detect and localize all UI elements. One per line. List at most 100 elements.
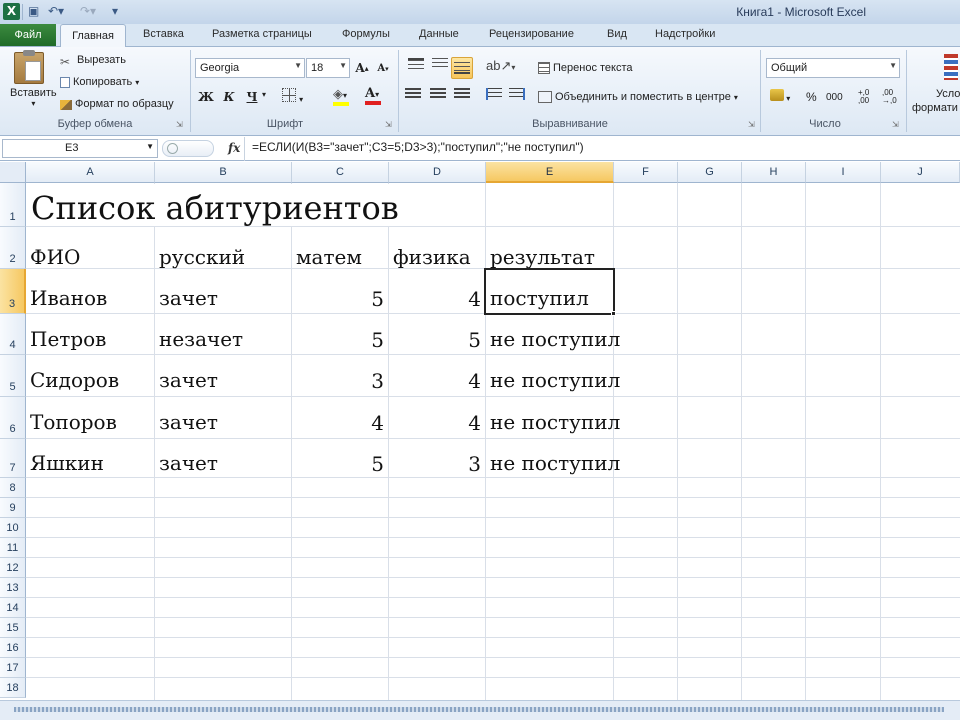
- cut-button[interactable]: ✂ Вырезать: [60, 54, 126, 69]
- chevron-down-icon[interactable]: ▾: [262, 90, 266, 99]
- decrease-decimal-button[interactable]: ,00 →,0: [882, 89, 904, 105]
- font-size-combo[interactable]: 18 ▼: [306, 58, 350, 78]
- cell-math[interactable]: 4: [292, 413, 384, 433]
- column-header-h[interactable]: H: [742, 162, 806, 183]
- underline-button[interactable]: Ч: [243, 88, 261, 106]
- paste-button[interactable]: Вставить ▾: [10, 50, 57, 108]
- cell-physics[interactable]: 4: [389, 371, 481, 391]
- cell-physics[interactable]: 4: [389, 413, 481, 433]
- dialog-launcher-icon[interactable]: ⇲: [892, 120, 899, 129]
- column-header-j[interactable]: J: [881, 162, 960, 183]
- cell-result[interactable]: не поступил: [490, 453, 620, 473]
- cell-name[interactable]: Петров: [30, 329, 106, 349]
- row-header-15[interactable]: 15: [0, 618, 26, 638]
- conditional-format-button[interactable]: Усло: [936, 88, 960, 100]
- number-format-combo[interactable]: Общий ▼: [766, 58, 900, 78]
- cell-math[interactable]: 5: [292, 330, 384, 350]
- column-header-b[interactable]: B: [155, 162, 292, 183]
- cell-math[interactable]: 5: [292, 454, 384, 474]
- copy-button[interactable]: Копировать ▾: [60, 76, 139, 88]
- cell-russian[interactable]: зачет: [159, 288, 218, 308]
- tab-data[interactable]: Данные: [419, 28, 459, 40]
- row-header-9[interactable]: 9: [0, 498, 26, 518]
- column-header-d[interactable]: D: [389, 162, 486, 183]
- currency-button[interactable]: ▾: [770, 89, 790, 104]
- increase-indent-button[interactable]: [509, 88, 525, 103]
- column-header-a[interactable]: A: [26, 162, 155, 183]
- borders-button[interactable]: ▾: [282, 88, 303, 105]
- row-header-8[interactable]: 8: [0, 478, 26, 498]
- tab-view[interactable]: Вид: [607, 28, 627, 40]
- name-box[interactable]: E3 ▼: [2, 139, 158, 158]
- cell-russian[interactable]: зачет: [159, 370, 218, 390]
- cell-russian[interactable]: зачет: [159, 453, 218, 473]
- cell-physics[interactable]: 4: [389, 289, 481, 309]
- cell-russian[interactable]: зачет: [159, 412, 218, 432]
- header-cell-result[interactable]: результат: [490, 247, 595, 267]
- dialog-launcher-icon[interactable]: ⇲: [176, 120, 183, 129]
- header-cell-russian[interactable]: русский: [159, 247, 245, 267]
- tab-home[interactable]: Главная: [60, 24, 126, 47]
- tab-page-layout[interactable]: Разметка страницы: [212, 28, 312, 40]
- row-header-10[interactable]: 10: [0, 518, 26, 538]
- column-header-c[interactable]: C: [292, 162, 389, 183]
- tab-insert[interactable]: Вставка: [143, 28, 184, 40]
- sheet-title-cell[interactable]: Список абитуриентов: [31, 192, 399, 224]
- row-header-3[interactable]: 3: [0, 269, 26, 314]
- row-header-13[interactable]: 13: [0, 578, 26, 598]
- column-header-e[interactable]: E: [486, 162, 614, 183]
- bold-button[interactable]: Ж: [197, 88, 215, 106]
- row-header-16[interactable]: 16: [0, 638, 26, 658]
- column-header-f[interactable]: F: [614, 162, 678, 183]
- align-right-button[interactable]: [454, 88, 470, 103]
- cell-name[interactable]: Яшкин: [30, 453, 104, 473]
- align-left-button[interactable]: [405, 88, 421, 103]
- decrease-indent-button[interactable]: [486, 88, 502, 103]
- align-middle-button[interactable]: [432, 58, 448, 73]
- shrink-font-button[interactable]: A▾: [374, 60, 392, 78]
- cell-name[interactable]: Топоров: [30, 412, 117, 432]
- percent-button[interactable]: %: [806, 90, 817, 104]
- row-header-1[interactable]: 1: [0, 183, 26, 227]
- format-painter-button[interactable]: Формат по образцу: [60, 98, 174, 110]
- thousands-button[interactable]: 000: [826, 92, 843, 103]
- header-cell-physics[interactable]: физика: [393, 247, 471, 267]
- tab-formulas[interactable]: Формулы: [342, 28, 390, 40]
- row-header-17[interactable]: 17: [0, 658, 26, 678]
- row-header-12[interactable]: 12: [0, 558, 26, 578]
- formula-bar-handle[interactable]: [162, 140, 214, 157]
- row-header-4[interactable]: 4: [0, 314, 26, 355]
- tab-review[interactable]: Рецензирование: [489, 28, 574, 40]
- select-all-button[interactable]: [0, 162, 26, 183]
- horizontal-scrollbar[interactable]: [0, 700, 960, 720]
- grow-font-button[interactable]: A▴: [353, 59, 371, 77]
- font-color-button[interactable]: A▾: [365, 86, 381, 105]
- align-bottom-button[interactable]: [451, 57, 473, 79]
- font-name-combo[interactable]: Georgia ▼: [195, 58, 305, 78]
- merge-center-button[interactable]: Объединить и поместить в центре ▾: [538, 91, 738, 103]
- cell-result[interactable]: не поступил: [490, 329, 620, 349]
- cell-math[interactable]: 5: [292, 289, 384, 309]
- orientation-button[interactable]: ab↗▾: [486, 58, 515, 74]
- column-header-g[interactable]: G: [678, 162, 742, 183]
- cell-result[interactable]: не поступил: [490, 370, 620, 390]
- fill-handle[interactable]: [611, 311, 616, 316]
- header-cell-math[interactable]: матем: [296, 247, 362, 267]
- dialog-launcher-icon[interactable]: ⇲: [385, 120, 392, 129]
- cell-physics[interactable]: 3: [389, 454, 481, 474]
- tab-file[interactable]: Файл: [0, 24, 56, 46]
- align-top-button[interactable]: [408, 58, 424, 73]
- cell-math[interactable]: 3: [292, 371, 384, 391]
- row-header-18[interactable]: 18: [0, 678, 26, 698]
- cell-physics[interactable]: 5: [389, 330, 481, 350]
- fill-color-button[interactable]: ◈▾: [333, 86, 349, 106]
- tab-addins[interactable]: Надстройки: [655, 28, 715, 40]
- cell-name[interactable]: Сидоров: [30, 370, 119, 390]
- align-center-button[interactable]: [430, 88, 446, 103]
- row-header-14[interactable]: 14: [0, 598, 26, 618]
- cell-name[interactable]: Иванов: [30, 288, 107, 308]
- cell-russian[interactable]: незачет: [159, 329, 243, 349]
- row-header-5[interactable]: 5: [0, 355, 26, 397]
- italic-button[interactable]: К: [220, 88, 238, 106]
- dialog-launcher-icon[interactable]: ⇲: [748, 120, 755, 129]
